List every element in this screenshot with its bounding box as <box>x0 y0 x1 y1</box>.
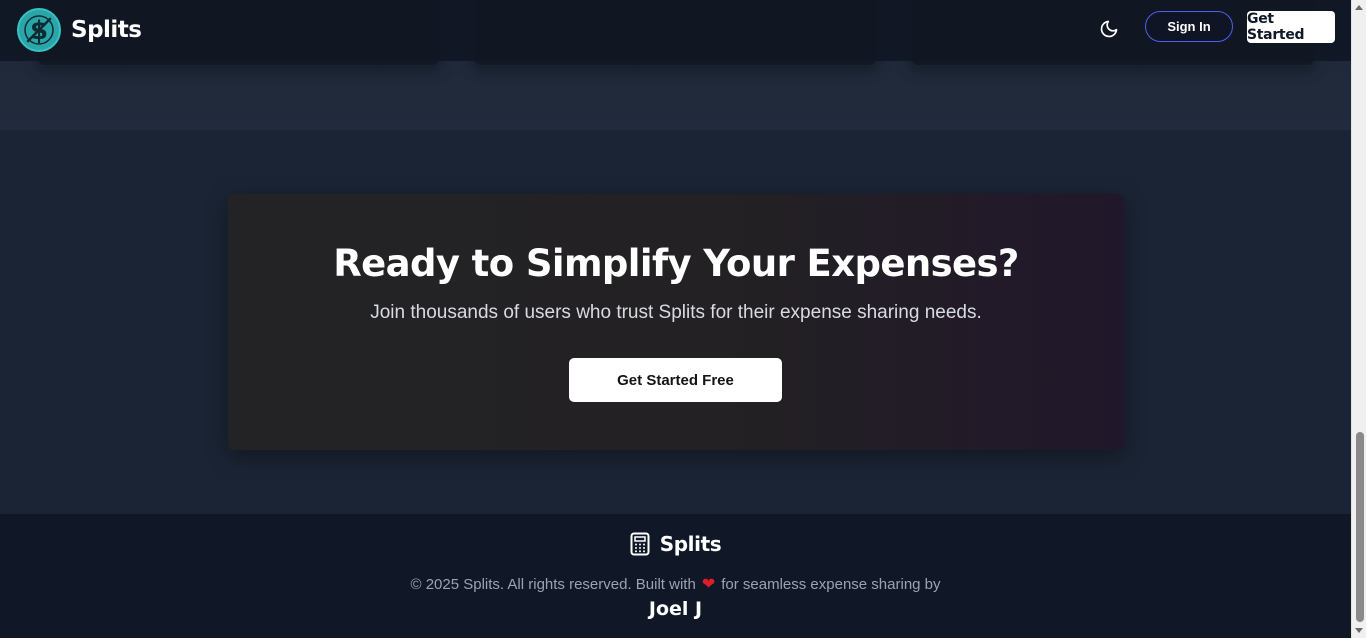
cta-title: Ready to Simplify Your Expenses? <box>333 242 1019 285</box>
scroll-down-arrow-icon[interactable] <box>1355 628 1363 633</box>
copyright-text-before: © 2025 Splits. All rights reserved. Buil… <box>410 576 696 593</box>
navbar: $ Splits Sign In Get Started <box>0 0 1351 61</box>
copyright-text-after: for seamless expense sharing by <box>721 576 941 593</box>
dollar-slash-icon: $ <box>17 8 61 52</box>
cta-section: Ready to Simplify Your Expenses? Join th… <box>0 130 1351 514</box>
sign-in-button[interactable]: Sign In <box>1145 11 1233 42</box>
scrollbar[interactable] <box>1351 0 1366 638</box>
scroll-thumb[interactable] <box>1356 432 1364 622</box>
footer-brand: Splits <box>0 532 1351 556</box>
cta-subtitle: Join thousands of users who trust Splits… <box>370 302 982 323</box>
cta-card: Ready to Simplify Your Expenses? Join th… <box>228 194 1124 450</box>
moon-icon <box>1100 20 1118 38</box>
brand-name: Splits <box>71 17 142 43</box>
calculator-icon <box>630 532 650 556</box>
footer-brand-name: Splits <box>659 532 722 556</box>
footer-copyright: © 2025 Splits. All rights reserved. Buil… <box>0 574 1351 594</box>
footer-author: Joel J <box>648 598 703 620</box>
footer: Splits © 2025 Splits. All rights reserve… <box>0 514 1351 638</box>
get-started-button[interactable]: Get Started <box>1247 11 1335 43</box>
scroll-up-arrow-icon[interactable] <box>1355 5 1363 10</box>
heart-icon: ❤ <box>701 576 716 593</box>
brand-link[interactable]: $ Splits <box>17 8 142 52</box>
theme-toggle-button[interactable] <box>1098 18 1120 40</box>
get-started-free-button[interactable]: Get Started Free <box>569 358 782 402</box>
